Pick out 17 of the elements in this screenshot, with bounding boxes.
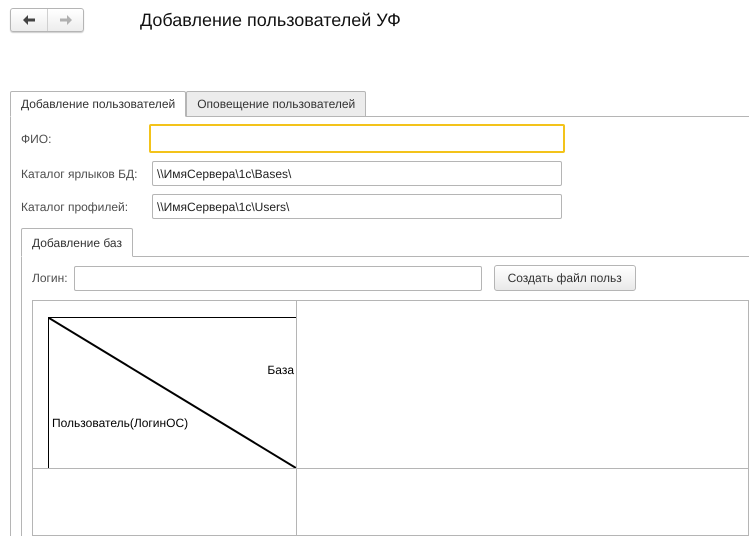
- tab[interactable]: Добавление баз: [21, 228, 133, 257]
- input-field[interactable]: \\ИмяСервера\1c\Bases\: [152, 161, 562, 186]
- input-field[interactable]: [74, 266, 482, 290]
- field-label: Каталог профилей:: [21, 200, 130, 214]
- input-field[interactable]: [149, 124, 565, 153]
- create-file-button[interactable]: Создать файл польз: [494, 265, 636, 291]
- column-header: База: [267, 363, 294, 377]
- arrow-left-icon: [23, 15, 35, 25]
- arrow-right-icon: [60, 15, 72, 25]
- field-label: ФИО:: [21, 132, 52, 146]
- window-title: Добавление пользователей УФ: [140, 10, 401, 30]
- tab[interactable]: Добавление пользователей: [10, 91, 186, 117]
- input-field[interactable]: \\ИмяСервера\1c\Users\: [152, 194, 562, 219]
- tab[interactable]: Оповещение пользователей: [186, 91, 366, 117]
- field-label: Логин:: [32, 271, 68, 285]
- field-label: Каталог ярлыков БД:: [21, 166, 138, 180]
- row-header: Пользователь(ЛогинОС): [52, 416, 190, 430]
